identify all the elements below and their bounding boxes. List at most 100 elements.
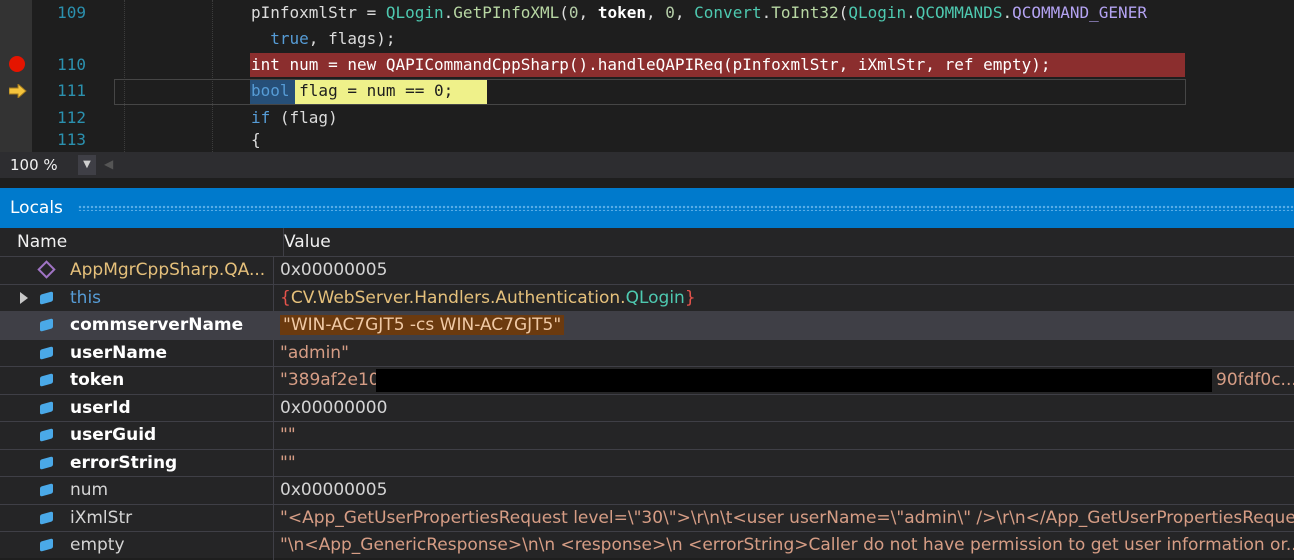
redaction-bar — [376, 369, 1212, 392]
locals-row[interactable]: num 0x00000005 — [0, 476, 1294, 505]
variable-value: "" — [280, 425, 296, 445]
code-token: Convert — [694, 3, 762, 22]
code-token: ( — [559, 3, 569, 22]
line-number: 113 — [57, 130, 86, 149]
code-line[interactable]: pInfoxmlStr = QLogin.GetPInfoXML(0, toke… — [251, 0, 1147, 26]
variable-value: "admin" — [280, 342, 349, 363]
value-cell[interactable]: "" — [280, 450, 296, 478]
code-token: , — [674, 3, 695, 22]
line-number: 111 — [57, 81, 86, 100]
column-header-name[interactable]: Name — [0, 228, 284, 256]
locals-row[interactable]: userName "admin" — [0, 338, 1294, 368]
code-token: . — [1002, 3, 1013, 22]
code-token: bool — [251, 81, 290, 100]
locals-row[interactable]: iXmlStr "<App_GetUserPropertiesRequest le… — [0, 503, 1294, 533]
locals-title-bar[interactable]: Locals — [0, 188, 1294, 228]
variable-icon — [40, 373, 53, 387]
variable-icon — [40, 318, 53, 332]
variable-icon — [40, 428, 53, 442]
code-token: QCOMMANDS — [915, 3, 1003, 22]
code-editor[interactable]: 109 pInfoxmlStr = QLogin.GetPInfoXML(0, t… — [0, 0, 1294, 152]
object-value-part: QLogin — [625, 287, 685, 308]
code-token: QCOMMAND_GENER — [1012, 3, 1147, 22]
value-cell[interactable]: "389af2e10 — [280, 367, 380, 395]
locals-row[interactable]: errorString "" — [0, 448, 1294, 478]
value-cell[interactable]: "WIN-AC7GJT5 -cs WIN-AC7GJT5" — [280, 312, 565, 340]
value-cell[interactable]: 0x00000000 — [280, 395, 387, 423]
variable-icon — [40, 538, 53, 552]
locals-row[interactable]: userGuid "" — [0, 421, 1294, 450]
code-token: QLogin — [385, 3, 444, 22]
locals-row[interactable]: AppMgrCppSharp.QA... 0x00000005 — [0, 256, 1294, 285]
code-token: , — [578, 3, 598, 22]
code-line[interactable]: bool flag = num == 0; — [251, 78, 453, 104]
variable-icon — [40, 345, 53, 360]
name-cell: AppMgrCppSharp.QA... — [0, 257, 274, 285]
locals-row[interactable]: this {CV.WebServer.Handlers.Authenticatio… — [0, 283, 1294, 313]
line-number: 110 — [57, 55, 86, 74]
code-token: ( — [838, 3, 849, 22]
title-bar-grip — [78, 205, 1294, 211]
code-token: GetPInfoXML — [453, 3, 560, 22]
variable-name: AppMgrCppSharp.QA... — [70, 260, 266, 280]
variable-value: "WIN-AC7GJT5 -cs WIN-AC7GJT5" — [280, 315, 565, 335]
variable-icon — [40, 455, 53, 470]
locals-title: Locals — [10, 198, 63, 218]
value-cell[interactable]: "" — [280, 422, 296, 450]
variable-icon — [40, 510, 53, 525]
expand-arrow-icon[interactable] — [20, 291, 28, 304]
value-cell[interactable]: 0x00000005 — [280, 477, 387, 505]
code-token: true — [251, 29, 309, 48]
value-cell[interactable]: 0x00000005 — [280, 257, 387, 285]
value-cell[interactable]: "admin" — [280, 340, 349, 368]
variable-name: userGuid — [70, 425, 157, 445]
variable-value: "" — [280, 452, 296, 473]
variable-name: userName — [70, 342, 168, 363]
locals-grid[interactable]: Name Value AppMgrCppSharp.QA... 0x0000000… — [0, 228, 1294, 560]
value-cell[interactable]: "\n<App_GenericResponse>\n\n <response>\… — [280, 532, 1294, 560]
variable-name: num — [70, 480, 109, 500]
indent-guide — [124, 0, 125, 152]
breakpoint-icon[interactable] — [9, 56, 25, 72]
code-token: if — [251, 108, 271, 127]
object-value-part: CV.WebServer.Handlers.Authentication. — [290, 287, 626, 308]
object-value-part: { — [280, 287, 291, 308]
code-token: , flags); — [308, 29, 396, 48]
variable-name: iXmlStr — [70, 507, 133, 528]
variable-name: token — [70, 370, 125, 390]
variable-value: 0x00000005 — [280, 260, 388, 280]
column-header-value[interactable]: Value — [284, 228, 1284, 256]
locals-row[interactable]: empty "\n<App_GenericResponse>\n\n <respo… — [0, 531, 1294, 560]
code-line[interactable]: int num = new QAPICommandCppSharp().hand… — [251, 52, 1051, 78]
object-value-part: } — [684, 287, 696, 308]
code-token: token — [597, 3, 646, 22]
name-cell: token — [0, 367, 274, 395]
locals-row[interactable]: commserverName "WIN-AC7GJT5 -cs WIN-AC7GJ… — [0, 311, 1294, 340]
locals-row[interactable]: userId 0x00000000 — [0, 393, 1294, 423]
zoom-dropdown-button[interactable]: ▼ — [78, 155, 96, 175]
code-token: ToInt32 — [771, 3, 839, 22]
token-value-tail: 90fdf0c... — [1216, 370, 1294, 390]
code-token: flag = num == 0; — [289, 81, 454, 100]
name-cell: errorString — [0, 449, 274, 477]
code-line[interactable]: { — [251, 127, 261, 152]
name-cell: empty — [0, 532, 274, 560]
name-cell: userGuid — [0, 422, 274, 450]
value-cell[interactable]: "<App_GetUserPropertiesRequest level=\"3… — [280, 505, 1294, 533]
variable-name: userId — [70, 397, 131, 418]
variable-icon — [40, 290, 53, 305]
locals-row[interactable]: token "389af2e10 90fdf0c... — [0, 366, 1294, 395]
cube-icon — [37, 260, 56, 279]
variable-name: commserverName — [70, 315, 244, 335]
code-line[interactable]: true, flags); — [251, 26, 396, 52]
scroll-left-icon[interactable]: ◀ — [104, 157, 113, 171]
variable-value: "\n<App_GenericResponse>\n\n <response>\… — [280, 535, 1294, 555]
value-cell[interactable]: {CV.WebServer.Handlers.Authentication.QL… — [280, 285, 696, 313]
indent-guide — [212, 0, 213, 152]
code-token: . — [443, 3, 454, 22]
indicator-margin[interactable] — [0, 0, 32, 152]
code-token: pInfoxmlStr = — [251, 3, 386, 22]
zoom-level[interactable]: 100 % — [4, 155, 84, 175]
code-line[interactable]: if (flag) — [251, 105, 338, 131]
variable-icon — [40, 400, 53, 415]
